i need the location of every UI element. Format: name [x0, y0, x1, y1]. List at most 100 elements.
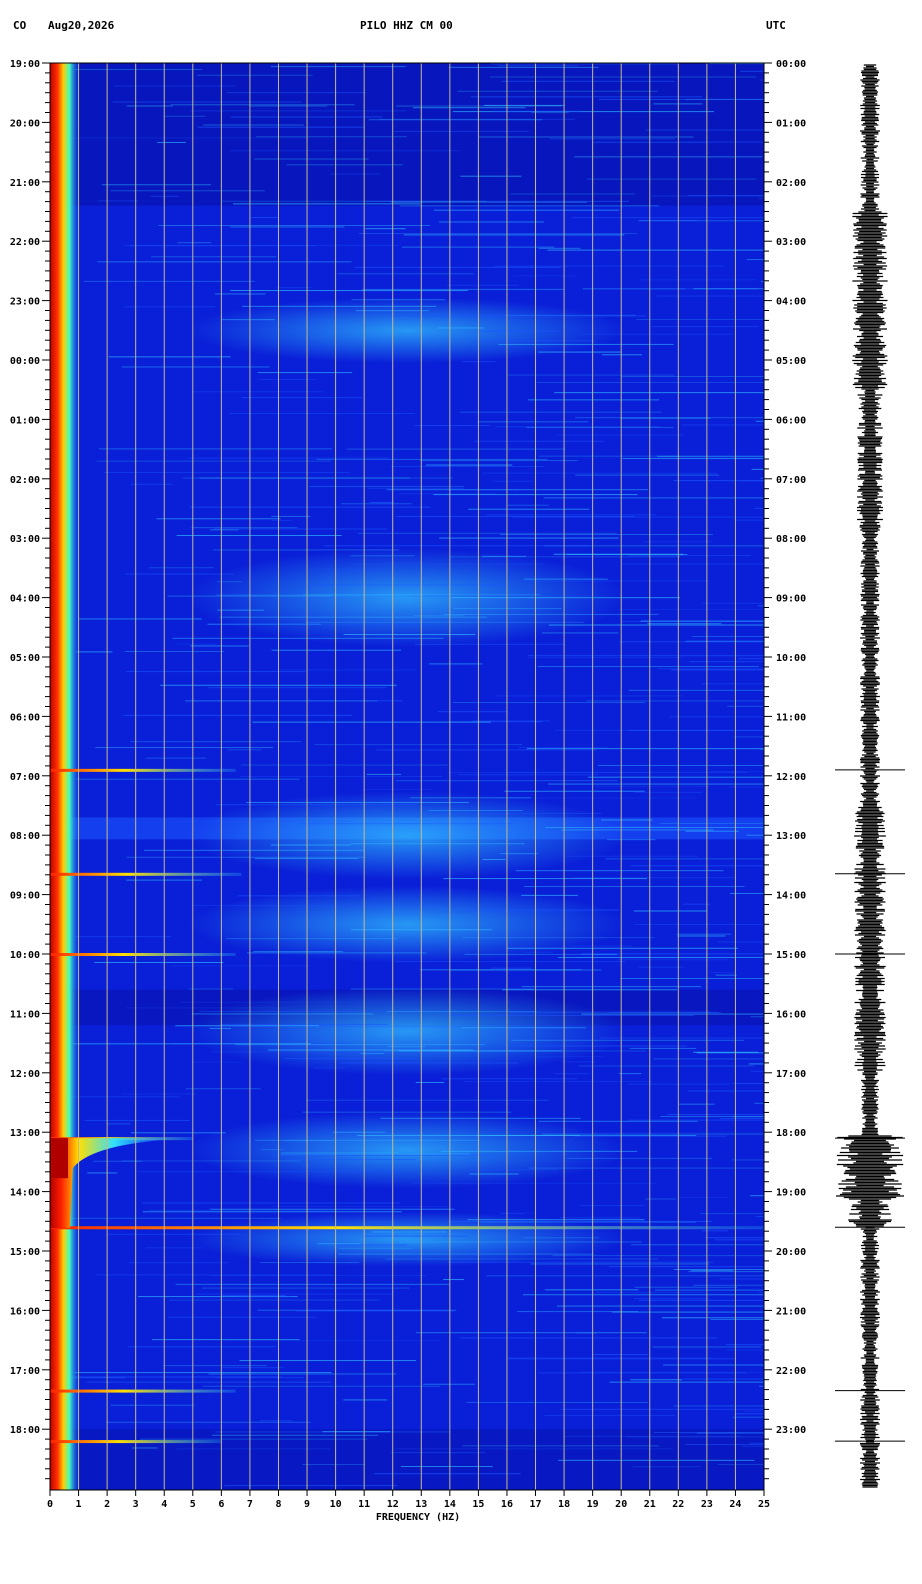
y-tick-label-left: 04:00	[10, 594, 40, 605]
noise-line	[501, 80, 675, 82]
noise-line	[442, 577, 467, 579]
x-tick-label: 18	[558, 1499, 570, 1510]
y-tick-label-right: 08:00	[776, 534, 806, 545]
noise-line	[656, 295, 764, 297]
noise-line	[414, 643, 564, 645]
x-tick-label: 23	[701, 1499, 713, 1510]
noise-line	[530, 1263, 710, 1265]
noise-line	[479, 136, 694, 138]
noise-line	[498, 343, 674, 345]
noise-line	[554, 392, 764, 394]
noise-line	[685, 830, 739, 832]
noise-line	[685, 98, 764, 100]
noise-line	[663, 1364, 764, 1366]
noise-line	[386, 489, 649, 491]
noise-line	[149, 567, 214, 569]
noise-line	[521, 986, 701, 988]
noise-line	[106, 1123, 131, 1125]
x-axis-title: FREQUENCY (HZ)	[376, 1512, 460, 1523]
noise-line	[368, 119, 543, 121]
noise-line	[548, 624, 764, 626]
noise-line	[350, 555, 415, 557]
noise-line	[638, 279, 757, 281]
noise-line	[524, 951, 554, 953]
noise-line	[628, 1083, 731, 1085]
noise-line	[447, 1261, 713, 1263]
noise-line	[169, 1299, 380, 1301]
noise-line	[498, 65, 579, 67]
noise-line	[97, 200, 139, 202]
noise-line	[126, 856, 366, 858]
noise-glow	[187, 297, 627, 364]
noise-line	[472, 720, 550, 722]
event-line	[50, 1226, 764, 1230]
noise-line	[464, 1081, 653, 1083]
noise-line	[714, 1239, 764, 1241]
spectrogram-figure: CO Aug20,2026 PILO HHZ CM 00 UTC 0123456…	[10, 19, 905, 1523]
x-tick-label: 11	[358, 1499, 370, 1510]
noise-line	[556, 1305, 764, 1307]
noise-line	[121, 1093, 197, 1095]
noise-line	[516, 1045, 687, 1047]
noise-line	[280, 669, 417, 671]
noise-line	[538, 247, 581, 249]
noise-line	[727, 705, 764, 707]
noise-line	[284, 1058, 415, 1060]
noise-line	[634, 1298, 709, 1300]
noise-line	[740, 70, 764, 72]
noise-line	[347, 448, 566, 450]
noise-line	[719, 1118, 764, 1120]
noise-line	[521, 894, 578, 896]
noise-line	[362, 1235, 468, 1237]
y-tick-label-right: 20:00	[776, 1247, 806, 1258]
noise-line	[579, 333, 734, 335]
noise-line	[270, 66, 406, 68]
noise-line	[483, 104, 565, 106]
noise-line	[371, 1231, 447, 1233]
noise-line	[230, 226, 345, 228]
y-tick-label-right: 14:00	[776, 891, 806, 902]
noise-line	[247, 952, 427, 954]
noise-line	[702, 1230, 728, 1232]
noise-line	[74, 1372, 332, 1374]
x-tick-label: 25	[758, 1499, 770, 1510]
noise-line	[144, 849, 364, 851]
noise-line	[400, 1466, 493, 1468]
noise-line	[523, 1237, 599, 1239]
noise-line	[94, 961, 224, 963]
noise-line	[103, 471, 350, 473]
noise-line	[176, 643, 217, 645]
noise-line	[611, 1311, 764, 1313]
noise-line	[527, 655, 764, 657]
noise-line	[758, 198, 764, 200]
noise-line	[661, 1317, 764, 1319]
noise-line	[464, 953, 617, 955]
noise-line	[367, 773, 402, 775]
noise-line	[683, 1378, 764, 1380]
noise-line	[338, 1253, 594, 1255]
noise-line	[556, 434, 685, 436]
noise-line	[339, 1062, 519, 1064]
event-line	[50, 953, 236, 956]
noise-line	[390, 315, 647, 317]
noise-line	[616, 959, 729, 961]
noise-line	[290, 1159, 416, 1161]
noise-line	[281, 1153, 471, 1155]
noise-line	[298, 823, 515, 825]
noise-line	[110, 190, 265, 192]
noise-line	[330, 595, 591, 597]
noise-line	[226, 938, 398, 940]
noise-line	[651, 195, 764, 197]
noise-line	[687, 1090, 764, 1092]
noise-line	[112, 101, 302, 103]
noise-glow	[187, 1111, 627, 1189]
noise-line	[594, 1132, 764, 1134]
noise-line	[332, 1131, 386, 1133]
noise-line	[759, 79, 764, 81]
noise-line	[393, 130, 530, 132]
noise-line	[461, 1027, 586, 1029]
x-tick-label: 5	[190, 1499, 196, 1510]
x-tick-label: 6	[218, 1499, 224, 1510]
noise-line	[549, 138, 676, 140]
noise-line	[578, 1371, 764, 1373]
